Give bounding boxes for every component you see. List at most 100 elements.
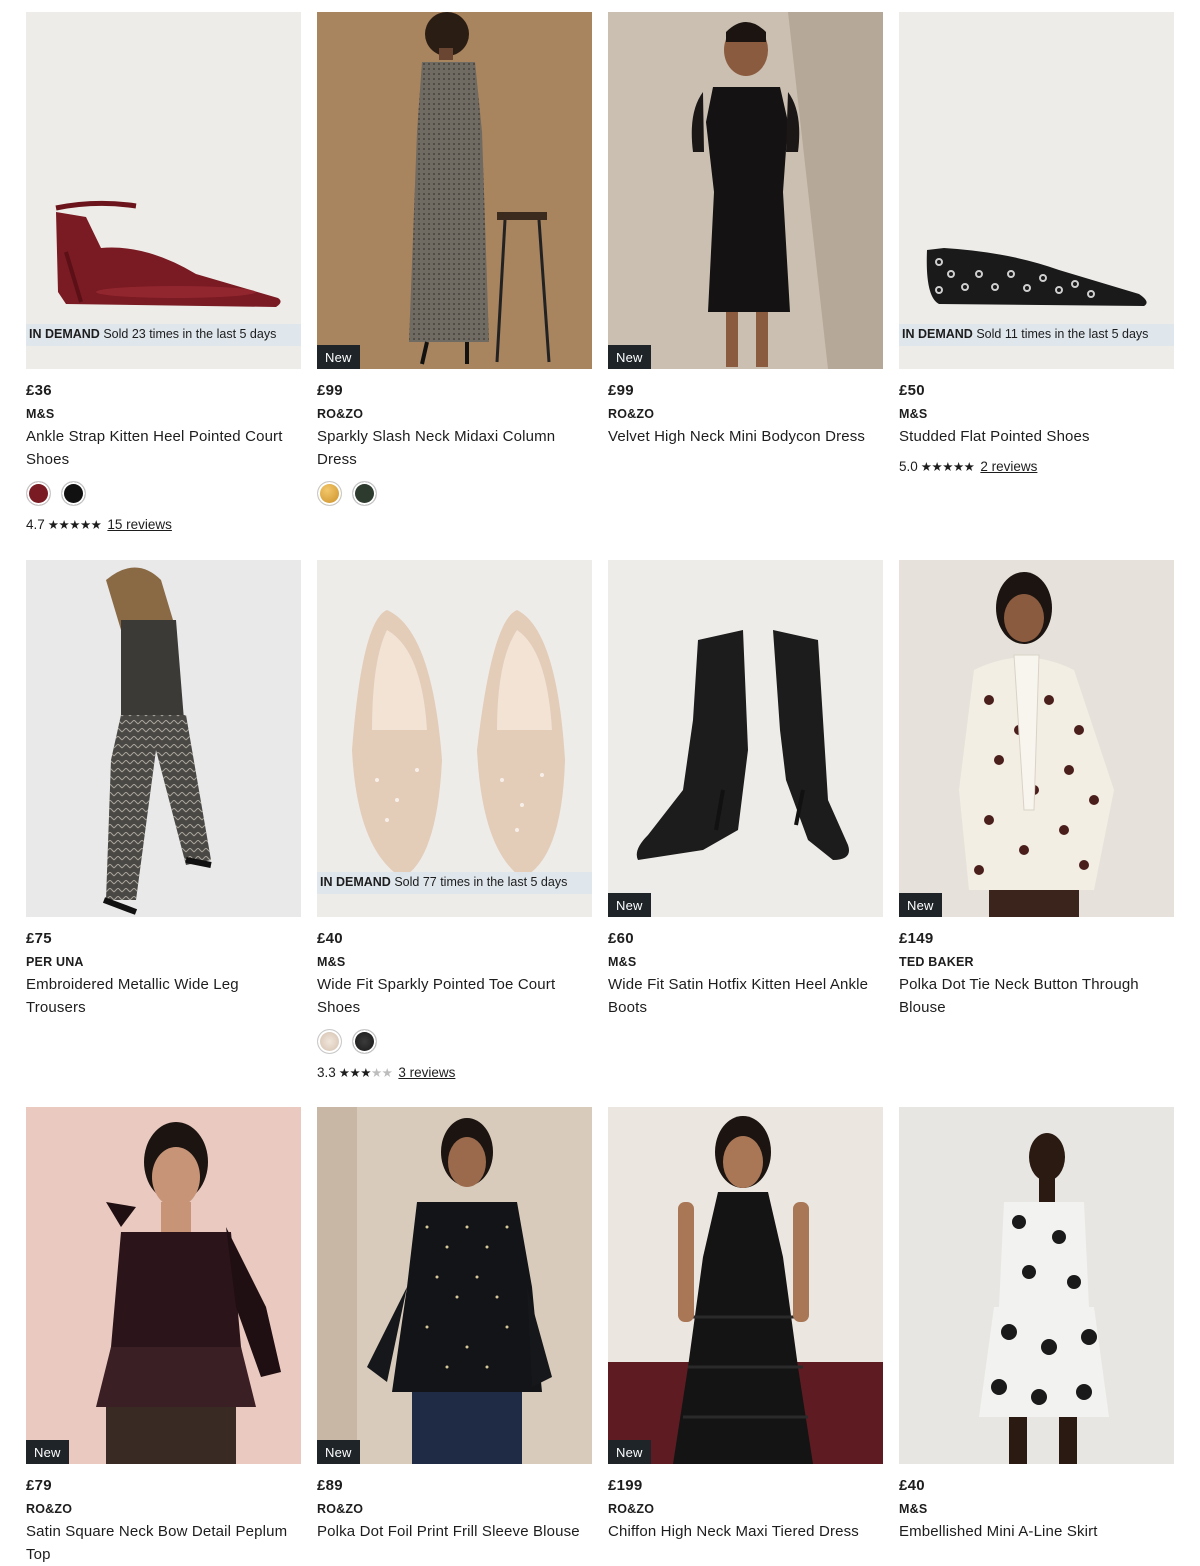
product-image[interactable] [26,560,301,917]
new-badge: New [26,1440,69,1464]
rating-stars-icon: ★ ★ ★ ★ ★ [47,517,102,532]
swatch-black[interactable] [61,481,86,506]
product-image[interactable]: IN DEMAND Sold 23 times in the last 5 da… [26,12,301,369]
swatch-dark-green[interactable] [352,481,377,506]
reviews-link[interactable]: 2 reviews [980,459,1037,474]
polka-dot-blouse-model-image [899,560,1174,917]
product-price: £60 [608,930,634,947]
product-rating: 3.3 ★ ★ ★ ★ ★ 3 reviews [317,1063,592,1081]
ankle-boots-image [608,560,883,917]
in-demand-banner: IN DEMAND Sold 77 times in the last 5 da… [317,872,592,894]
product-title[interactable]: Velvet High Neck Mini Bodycon Dress [608,425,883,448]
product-brand: RO&ZO [26,1502,73,1516]
rating-value: 3.3 [317,1064,336,1080]
frill-sleeve-blouse-model-image [317,1107,592,1464]
peplum-top-model-image [26,1107,301,1464]
product-title[interactable]: Sparkly Slash Neck Midaxi Column Dress [317,425,592,471]
product-card[interactable]: £75 PER UNA Embroidered Metallic Wide Le… [26,560,301,1019]
product-title[interactable]: Polka Dot Tie Neck Button Through Blouse [899,973,1174,1019]
product-card[interactable]: New £99 RO&ZO Sparkly Slash Neck Midaxi … [317,12,592,507]
product-title[interactable]: Wide Fit Satin Hotfix Kitten Heel Ankle … [608,973,883,1019]
product-title[interactable]: Embroidered Metallic Wide Leg Trousers [26,973,301,1019]
product-brand: M&S [899,1502,928,1516]
color-swatches [317,481,592,507]
swatch-black[interactable] [352,1029,377,1054]
product-title[interactable]: Wide Fit Sparkly Pointed Toe Court Shoes [317,973,592,1019]
product-card[interactable]: New £149 TED BAKER Polka Dot Tie Neck Bu… [899,560,1174,1019]
product-image[interactable]: New [899,560,1174,917]
in-demand-banner: IN DEMAND Sold 23 times in the last 5 da… [26,324,301,346]
velvet-dress-model-image [608,12,883,369]
sparkly-court-shoes-image [317,560,592,917]
product-card[interactable]: IN DEMAND Sold 23 times in the last 5 da… [26,12,301,533]
product-price: £199 [608,1477,643,1494]
product-title[interactable]: Chiffon High Neck Maxi Tiered Dress [608,1520,883,1543]
product-rating: 4.7 ★ ★ ★ ★ ★ 15 reviews [26,515,301,533]
product-image[interactable]: New [317,12,592,369]
reviews-link[interactable]: 15 reviews [107,517,172,532]
new-badge: New [317,345,360,369]
color-swatches [317,1029,592,1055]
product-rating: 5.0 ★ ★ ★ ★ ★ 2 reviews [899,457,1174,475]
new-badge: New [608,893,651,917]
product-price: £40 [317,930,343,947]
new-badge: New [317,1440,360,1464]
swatch-burgundy[interactable] [26,481,51,506]
product-card[interactable]: New £99 RO&ZO Velvet High Neck Mini Body… [608,12,883,448]
product-image[interactable]: New [26,1107,301,1464]
new-badge: New [608,1440,651,1464]
tiered-dress-model-image [608,1107,883,1464]
product-card[interactable]: New £60 M&S Wide Fit Satin Hotfix Kitten… [608,560,883,1019]
product-title[interactable]: Studded Flat Pointed Shoes [899,425,1174,448]
a-line-skirt-model-image [899,1107,1174,1464]
product-card[interactable]: £40 M&S Embellished Mini A-Line Skirt [899,1107,1174,1543]
new-badge: New [899,893,942,917]
product-brand: M&S [26,407,55,421]
product-card[interactable]: New £199 RO&ZO Chiffon High Neck Maxi Ti… [608,1107,883,1543]
metallic-trousers-model-image [26,560,301,917]
new-badge: New [608,345,651,369]
rating-stars-icon: ★ ★ ★ ★ ★ [338,1065,393,1080]
product-card[interactable]: New £89 RO&ZO Polka Dot Foil Print Frill… [317,1107,592,1543]
product-price: £99 [317,382,343,399]
product-brand: M&S [899,407,928,421]
in-demand-banner: IN DEMAND Sold 11 times in the last 5 da… [899,324,1174,346]
product-price: £36 [26,382,52,399]
product-card[interactable]: IN DEMAND Sold 77 times in the last 5 da… [317,560,592,1081]
swatch-nude[interactable] [317,1029,342,1054]
product-price: £89 [317,1477,343,1494]
product-card[interactable]: New £79 RO&ZO Satin Square Neck Bow Deta… [26,1107,301,1566]
product-image[interactable]: New [608,560,883,917]
product-price: £40 [899,1477,925,1494]
rating-value: 4.7 [26,516,45,532]
product-image[interactable]: New [608,12,883,369]
reviews-link[interactable]: 3 reviews [398,1065,455,1080]
product-price: £50 [899,382,925,399]
product-image[interactable]: IN DEMAND Sold 11 times in the last 5 da… [899,12,1174,369]
product-title[interactable]: Embellished Mini A-Line Skirt [899,1520,1174,1543]
product-image[interactable]: IN DEMAND Sold 77 times in the last 5 da… [317,560,592,917]
product-brand: RO&ZO [608,407,655,421]
product-brand: M&S [317,955,346,969]
product-title[interactable]: Satin Square Neck Bow Detail Peplum Top [26,1520,301,1566]
product-price: £75 [26,930,52,947]
product-price: £149 [899,930,934,947]
product-image[interactable]: New [608,1107,883,1464]
product-brand: PER UNA [26,955,84,969]
product-brand: M&S [608,955,637,969]
product-title[interactable]: Polka Dot Foil Print Frill Sleeve Blouse [317,1520,592,1543]
product-brand: RO&ZO [317,1502,364,1516]
product-card[interactable]: IN DEMAND Sold 11 times in the last 5 da… [899,12,1174,475]
product-price: £79 [26,1477,52,1494]
product-brand: TED BAKER [899,955,974,969]
sparkly-dress-model-image [317,12,592,369]
product-image[interactable]: New [317,1107,592,1464]
rating-stars-icon: ★ ★ ★ ★ ★ [920,459,975,474]
swatch-gold[interactable] [317,481,342,506]
product-image[interactable] [899,1107,1174,1464]
product-brand: RO&ZO [317,407,364,421]
studded-flat-shoe-image [899,12,1174,369]
color-swatches [26,481,301,507]
product-title[interactable]: Ankle Strap Kitten Heel Pointed Court Sh… [26,425,301,471]
kitten-heel-shoe-image [26,12,301,369]
